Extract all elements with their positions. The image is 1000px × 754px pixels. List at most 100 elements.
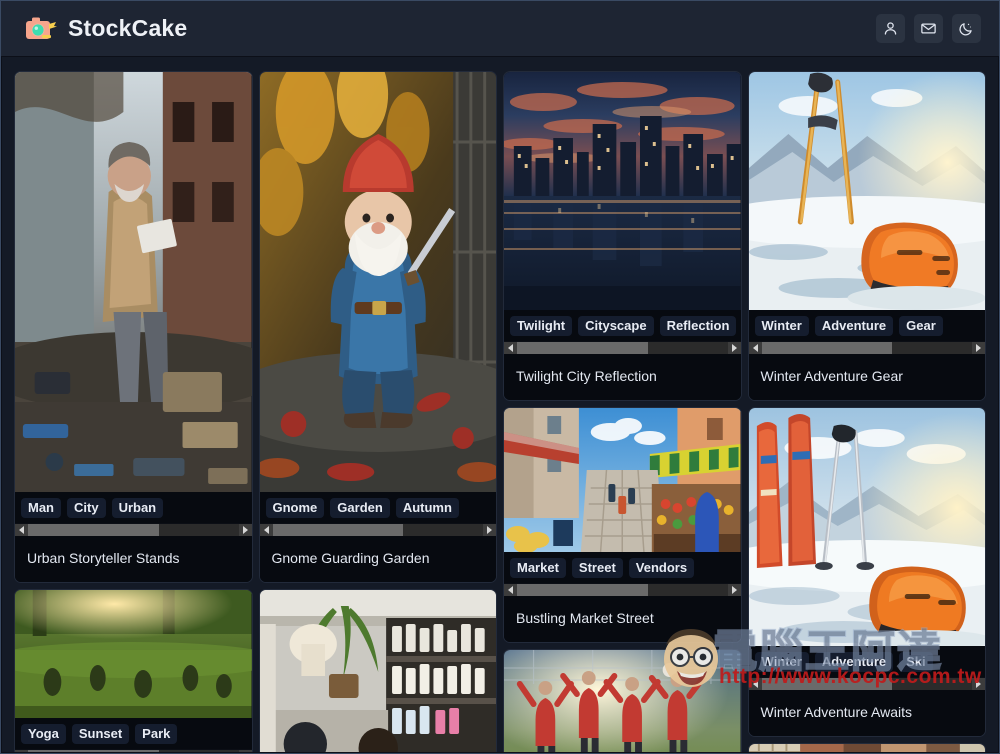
card-thumbnail[interactable]: [748, 72, 985, 310]
scrollbar-track[interactable]: [761, 342, 972, 354]
scrollbar-track[interactable]: [28, 750, 239, 752]
tag[interactable]: Ski: [899, 652, 933, 672]
scroll-right-icon[interactable]: [238, 750, 252, 752]
moon-icon: [958, 20, 975, 37]
tag[interactable]: Yoga: [21, 724, 66, 744]
image-card[interactable]: [747, 743, 986, 752]
image-card[interactable]: Gnome Garden Autumn Gnome Guarding Garde…: [258, 71, 497, 583]
tags-scrollbar[interactable]: [15, 749, 252, 752]
card-thumbnail[interactable]: [748, 408, 985, 646]
tags-scrollbar[interactable]: [748, 677, 985, 690]
scrollbar-thumb[interactable]: [761, 342, 892, 354]
card-title: Winter Adventure Gear: [748, 354, 985, 400]
tag[interactable]: Gear: [899, 316, 943, 336]
tag[interactable]: Reflection: [659, 316, 737, 336]
tags-scrollbar[interactable]: [504, 583, 741, 596]
grid-column: Twilight Cityscape Reflection Twilight C…: [503, 71, 742, 752]
card-thumbnail[interactable]: [504, 408, 741, 552]
app-header: StockCake: [1, 1, 999, 56]
image-card[interactable]: [258, 589, 497, 752]
scroll-left-icon[interactable]: [504, 342, 517, 354]
card-tags: Winter Adventure Ski: [748, 646, 985, 677]
tag[interactable]: Vendors: [628, 558, 695, 578]
scroll-right-icon[interactable]: [727, 342, 741, 354]
scroll-left-icon[interactable]: [15, 750, 28, 752]
card-title: Gnome Guarding Garden: [259, 536, 496, 582]
image-card[interactable]: Winter Adventure Ski Winter Adventure Aw…: [747, 407, 986, 737]
scroll-left-icon[interactable]: [504, 584, 517, 596]
tag[interactable]: Autumn: [395, 498, 459, 518]
tag[interactable]: Garden: [330, 498, 390, 518]
scrollbar-track[interactable]: [517, 342, 728, 354]
grid-column: Gnome Garden Autumn Gnome Guarding Garde…: [258, 71, 497, 752]
camera-icon: [25, 16, 57, 42]
card-thumbnail[interactable]: [15, 72, 252, 492]
tag[interactable]: Man: [21, 498, 61, 518]
card-thumbnail[interactable]: [504, 72, 741, 310]
card-thumbnail[interactable]: [259, 72, 496, 492]
dark-mode-button[interactable]: [952, 14, 981, 43]
card-thumbnail[interactable]: [504, 650, 741, 752]
scrollbar-thumb[interactable]: [517, 584, 648, 596]
scrollbar-thumb[interactable]: [517, 342, 648, 354]
tag[interactable]: Winter: [754, 316, 809, 336]
card-thumbnail[interactable]: [259, 590, 496, 752]
image-card[interactable]: [503, 649, 742, 752]
scrollbar-track[interactable]: [28, 524, 239, 536]
card-title: Bustling Market Street: [504, 596, 741, 642]
tag[interactable]: Adventure: [814, 652, 894, 672]
scroll-right-icon[interactable]: [727, 584, 741, 596]
tag[interactable]: Urban: [111, 498, 164, 518]
scrollbar-track[interactable]: [517, 584, 728, 596]
scrollbar-thumb[interactable]: [28, 524, 159, 536]
tags-scrollbar[interactable]: [504, 341, 741, 354]
card-title: Twilight City Reflection: [504, 354, 741, 400]
image-card[interactable]: Man City Urban Urban Storyteller Stands: [14, 71, 253, 583]
tag[interactable]: Adventure: [814, 316, 894, 336]
messages-button[interactable]: [914, 14, 943, 43]
image-card[interactable]: Yoga Sunset Park: [14, 589, 253, 752]
stockcake-app: StockCake Man City Urban Urban Storytell…: [0, 0, 1000, 754]
card-tags: Twilight Cityscape Reflection: [504, 310, 741, 341]
tag[interactable]: Park: [135, 724, 178, 744]
card-tags: Man City Urban: [15, 492, 252, 523]
card-thumbnail[interactable]: [15, 590, 252, 718]
account-button[interactable]: [876, 14, 905, 43]
brand-name: StockCake: [68, 15, 188, 41]
tag[interactable]: Market: [510, 558, 566, 578]
tags-scrollbar[interactable]: [748, 341, 985, 354]
tag[interactable]: Street: [571, 558, 623, 578]
brand[interactable]: StockCake: [25, 15, 187, 42]
tag[interactable]: Cityscape: [578, 316, 654, 336]
scrollbar-thumb[interactable]: [272, 524, 403, 536]
tag[interactable]: Twilight: [510, 316, 573, 336]
scrollbar-thumb[interactable]: [28, 750, 159, 752]
tags-scrollbar[interactable]: [15, 523, 252, 536]
scroll-right-icon[interactable]: [972, 342, 985, 354]
card-tags: Gnome Garden Autumn: [259, 492, 496, 523]
scroll-right-icon[interactable]: [972, 678, 985, 690]
tag[interactable]: City: [67, 498, 106, 518]
image-card[interactable]: Twilight Cityscape Reflection Twilight C…: [503, 71, 742, 401]
image-card[interactable]: Market Street Vendors Bustling Market St…: [503, 407, 742, 643]
scroll-left-icon[interactable]: [748, 342, 762, 354]
scroll-right-icon[interactable]: [483, 524, 496, 536]
tag[interactable]: Sunset: [71, 724, 130, 744]
card-tags: Winter Adventure Gear: [748, 310, 985, 341]
scroll-right-icon[interactable]: [238, 524, 252, 536]
masonry-columns: Man City Urban Urban Storyteller Stands: [14, 71, 986, 752]
tags-scrollbar[interactable]: [259, 523, 496, 536]
user-icon: [882, 20, 899, 37]
scroll-left-icon[interactable]: [748, 678, 762, 690]
scrollbar-track[interactable]: [761, 678, 972, 690]
scroll-left-icon[interactable]: [259, 524, 273, 536]
scrollbar-track[interactable]: [272, 524, 483, 536]
tag[interactable]: Gnome: [265, 498, 325, 518]
image-card[interactable]: Winter Adventure Gear Winter Adventure G…: [747, 71, 986, 401]
card-tags: Yoga Sunset Park: [15, 718, 252, 749]
scrollbar-thumb[interactable]: [761, 678, 892, 690]
card-thumbnail[interactable]: [748, 744, 985, 752]
scroll-left-icon[interactable]: [15, 524, 28, 536]
tag[interactable]: Winter: [754, 652, 809, 672]
image-grid[interactable]: Man City Urban Urban Storyteller Stands: [2, 57, 998, 752]
